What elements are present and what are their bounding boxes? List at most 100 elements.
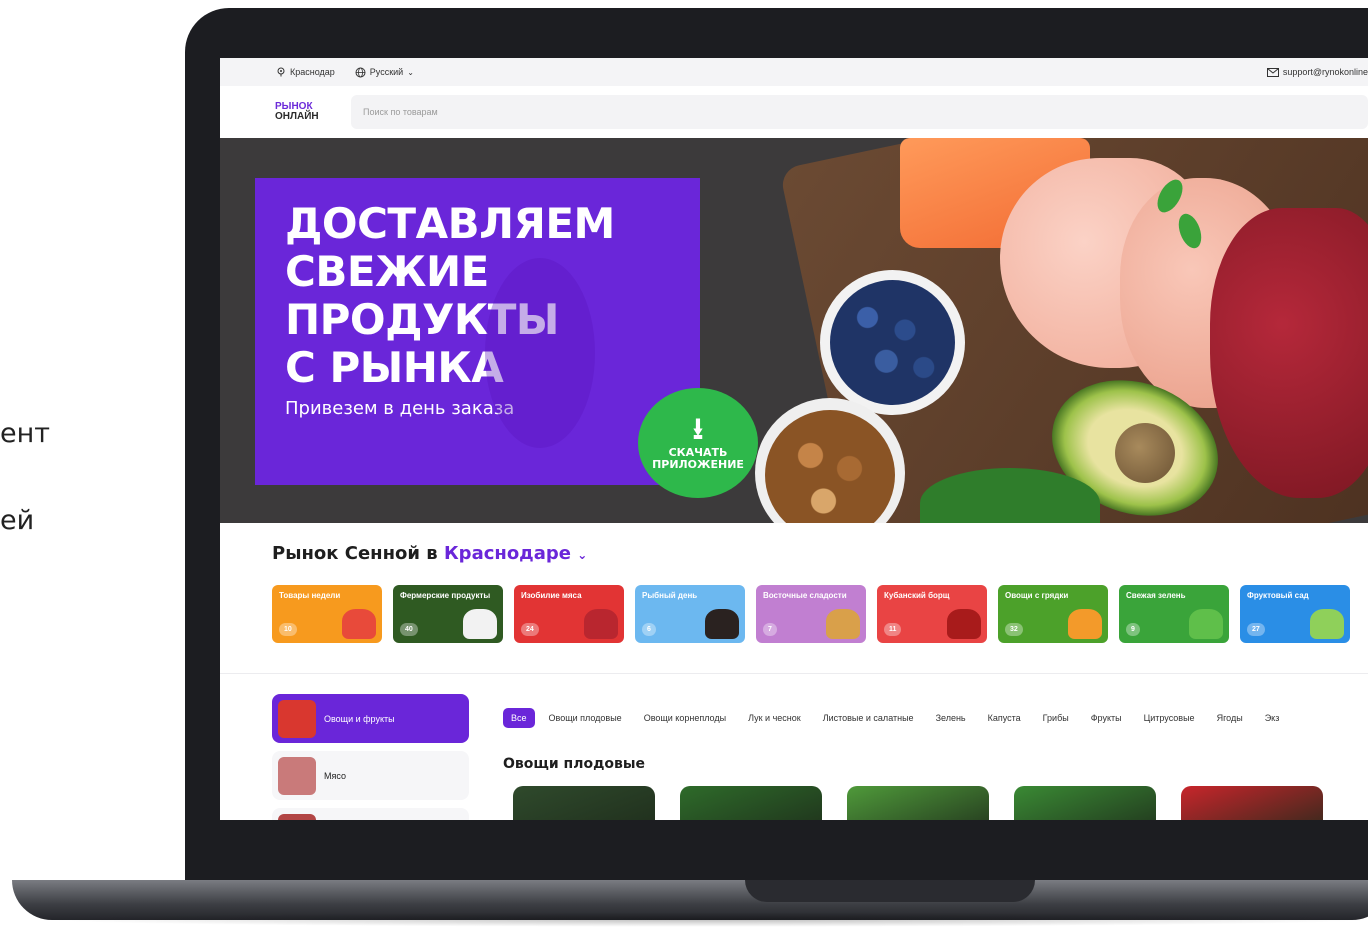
category-image	[705, 609, 739, 639]
section-title: Овощи плодовые	[503, 756, 646, 772]
promo-block: ДОСТАВЛЯЕМ СВЕЖИЕ ПРОДУКТЫ С РЫНКА Приве…	[255, 178, 700, 485]
market-city: Краснодаре	[443, 543, 571, 564]
sidebar-category-item[interactable]	[272, 808, 469, 820]
product-grid	[513, 786, 1323, 820]
site-logo[interactable]: РЫНОК ОНЛАЙН	[275, 102, 351, 122]
side-text-1: ент	[0, 418, 50, 449]
blueberries-image	[830, 280, 955, 405]
search-input[interactable]: Поиск по товарам	[351, 95, 1368, 129]
product-card-image[interactable]	[680, 786, 822, 820]
category-image	[463, 609, 497, 639]
language-label: Русский	[369, 67, 404, 77]
hero-banner: ДОСТАВЛЯЕМ СВЕЖИЕ ПРОДУКТЫ С РЫНКА Приве…	[220, 138, 1368, 523]
download-label-2: ПРИЛОЖЕНИЕ	[652, 458, 744, 471]
category-card[interactable]: Кубанский борщ 11	[877, 585, 987, 643]
download-arrow-icon: ⭳	[692, 412, 704, 447]
city-label: Краснодар	[290, 67, 335, 77]
site-header: РЫНОК ОНЛАЙН Поиск по товарам	[220, 86, 1368, 138]
category-image	[947, 609, 981, 639]
support-email-link[interactable]: support@rynokonline	[1266, 67, 1368, 77]
download-app-button[interactable]: ⭳ СКАЧАТЬ ПРИЛОЖЕНИЕ	[638, 388, 758, 498]
category-count: 6	[642, 623, 656, 636]
globe-icon	[355, 67, 366, 77]
filter-chip[interactable]: Овощи корнеплоды	[636, 708, 734, 728]
logo-line-2: ОНЛАЙН	[275, 111, 319, 122]
category-count: 32	[1005, 623, 1023, 636]
product-card-image[interactable]	[1181, 786, 1323, 820]
category-label: Рыбный день	[642, 591, 698, 600]
city-selector[interactable]: Краснодар	[276, 67, 335, 77]
category-sidebar: Овощи и фрукты Мясо	[272, 694, 469, 820]
filter-chip[interactable]: Цитрусовые	[1136, 708, 1203, 728]
category-thumbnail	[278, 813, 316, 820]
top-info-bar: Краснодар Русский ⌄ support@rynokonline	[220, 58, 1368, 86]
category-image	[584, 609, 618, 639]
support-email: support@rynokonline	[1282, 67, 1368, 77]
laptop-shadow	[40, 912, 1368, 927]
laptop-notch	[745, 880, 1035, 902]
filter-chip[interactable]: Капуста	[980, 708, 1029, 728]
category-count: 40	[400, 623, 418, 636]
category-label: Фермерские продукты	[400, 591, 491, 600]
category-image	[1189, 609, 1223, 639]
category-image	[1068, 609, 1102, 639]
category-label: Фруктовый сад	[1247, 591, 1309, 600]
catalog-section: Овощи и фрукты Мясо Все Овощи плодовые Овощ…	[220, 673, 1368, 820]
sidebar-category-label: Мясо	[324, 770, 346, 781]
search-placeholder: Поиск по товарам	[363, 107, 438, 117]
category-label: Кубанский борщ	[884, 591, 950, 600]
mail-icon	[1266, 67, 1279, 77]
mockup-stage: ент ей Краснодар Русский ⌄ support@rynok…	[0, 0, 1368, 927]
category-card[interactable]: Рыбный день 6	[635, 585, 745, 643]
product-card-image[interactable]	[513, 786, 655, 820]
sidebar-category-label: Овощи и фрукты	[324, 713, 395, 724]
category-card[interactable]: Восточные сладости 7	[756, 585, 866, 643]
category-strip: Товары недели 10 Фермерские продукты 40 Изоб…	[272, 585, 1368, 643]
category-count: 7	[763, 623, 777, 636]
filter-chip[interactable]: Лук и чеснок	[740, 708, 809, 728]
side-text-2: ей	[0, 505, 35, 536]
category-image	[342, 609, 376, 639]
laptop-screen: Краснодар Русский ⌄ support@rynokonline …	[220, 58, 1368, 820]
category-label: Изобилие мяса	[521, 591, 582, 600]
category-count: 11	[884, 623, 902, 636]
filter-chip[interactable]: Все	[503, 708, 535, 728]
language-selector[interactable]: Русский ⌄	[355, 67, 414, 78]
sidebar-category-item[interactable]: Овощи и фрукты	[272, 694, 469, 743]
category-count: 27	[1247, 623, 1265, 636]
market-city-selector[interactable]: Краснодаре ⌄	[444, 543, 587, 564]
category-card[interactable]: Фруктовый сад 27	[1240, 585, 1350, 643]
filter-chip[interactable]: Зелень	[928, 708, 974, 728]
logo-watermark	[485, 258, 595, 448]
category-count: 24	[521, 623, 539, 636]
category-thumbnail	[278, 756, 316, 795]
category-image	[826, 609, 860, 639]
market-title: Рынок Сенной в Краснодаре ⌄	[272, 543, 1368, 564]
category-label: Восточные сладости	[763, 591, 847, 600]
subcategory-filters: Все Овощи плодовые Овощи корнеплоды Лук и ч…	[503, 708, 1293, 728]
category-count: 10	[279, 623, 297, 636]
filter-chip[interactable]: Фрукты	[1083, 708, 1130, 728]
category-card[interactable]: Фермерские продукты 40	[393, 585, 503, 643]
category-card[interactable]: Овощи с грядки 32	[998, 585, 1108, 643]
filter-chip[interactable]: Грибы	[1035, 708, 1077, 728]
category-label: Свежая зелень	[1126, 591, 1186, 600]
product-card-image[interactable]	[1014, 786, 1156, 820]
category-card[interactable]: Товары недели 10	[272, 585, 382, 643]
sidebar-category-item[interactable]: Мясо	[272, 751, 469, 800]
filter-chip[interactable]: Овощи плодовые	[541, 708, 630, 728]
category-card[interactable]: Свежая зелень 9	[1119, 585, 1229, 643]
filter-chip[interactable]: Экз	[1257, 708, 1288, 728]
filter-chip[interactable]: Ягоды	[1209, 708, 1251, 728]
product-card-image[interactable]	[847, 786, 989, 820]
category-thumbnail	[278, 699, 316, 738]
avocado-seed-image	[1115, 423, 1175, 483]
headline-line-2: СВЕЖИЕ	[285, 247, 489, 296]
market-title-prefix: Рынок Сенной в	[272, 543, 438, 564]
category-label: Овощи с грядки	[1005, 591, 1069, 600]
filter-chip[interactable]: Листовые и салатные	[815, 708, 922, 728]
category-card[interactable]: Изобилие мяса 24	[514, 585, 624, 643]
headline-line-1: ДОСТАВЛЯЕМ	[285, 199, 615, 248]
chevron-down-icon: ⌄	[577, 548, 588, 562]
location-pin-icon	[277, 67, 285, 77]
